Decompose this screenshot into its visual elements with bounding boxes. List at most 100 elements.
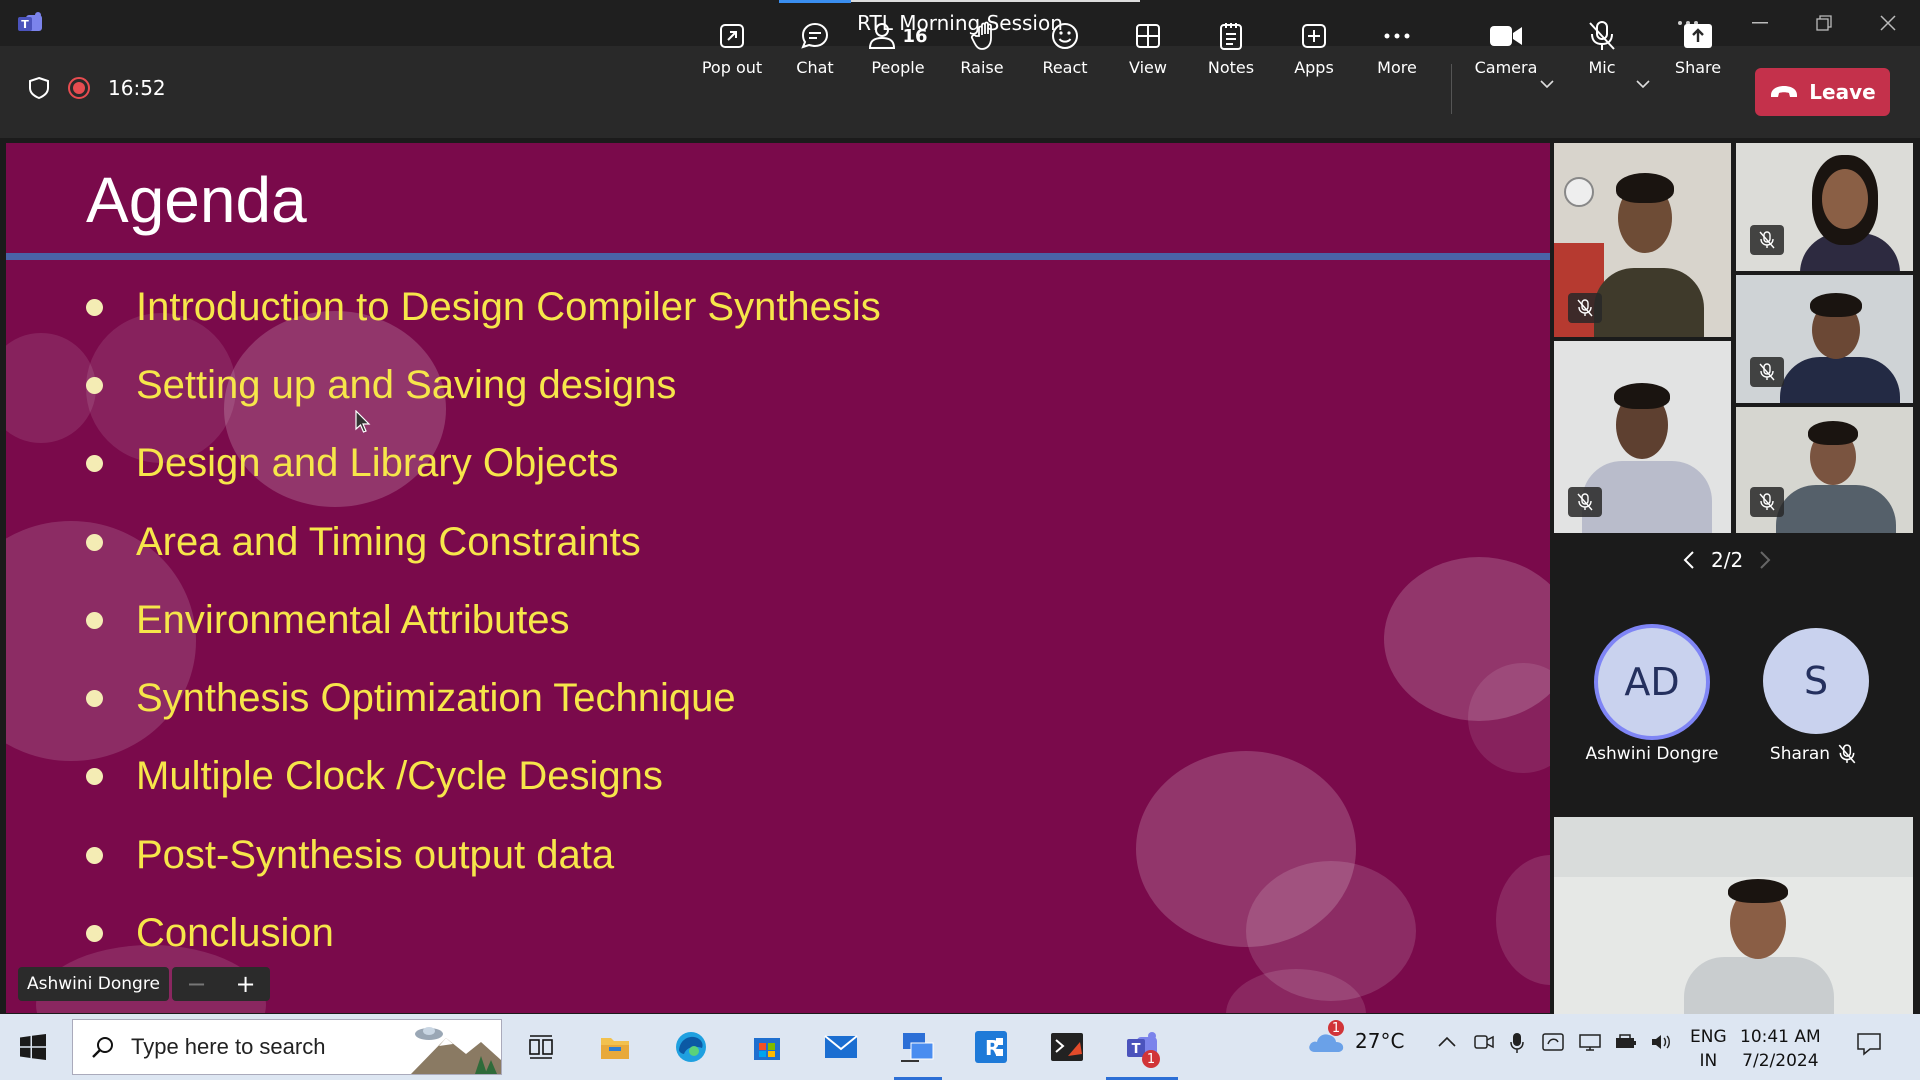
- apps-icon: [1300, 18, 1328, 54]
- agenda-list: Introduction to Design Compiler Synthesi…: [86, 268, 881, 973]
- bullet-icon: [86, 376, 103, 394]
- shield-icon: [28, 76, 50, 100]
- previous-page-chevron-left-icon[interactable]: [1683, 550, 1695, 570]
- weather-widget[interactable]: 27°C: [1307, 1028, 1404, 1054]
- language-code: ENG: [1690, 1027, 1727, 1047]
- agenda-item-text: Conclusion: [136, 911, 334, 956]
- toolbar-divider: [1451, 64, 1452, 114]
- zoom-out-button[interactable]: −: [186, 970, 206, 998]
- title-divider: [6, 253, 1550, 260]
- notification-center-icon[interactable]: [1856, 1032, 1882, 1056]
- participant-hair: [1810, 293, 1862, 317]
- mic-off-icon: [1568, 487, 1602, 517]
- minimize-icon[interactable]: [1740, 8, 1780, 38]
- camera-options-chevron-down-icon[interactable]: [1540, 80, 1554, 88]
- notes-button[interactable]: Notes: [1189, 18, 1273, 84]
- gallery-pager: 2/2: [1683, 548, 1771, 572]
- leave-button[interactable]: Leave: [1755, 68, 1890, 116]
- participant-video-tile[interactable]: [1736, 275, 1913, 403]
- agenda-item: Synthesis Optimization Technique: [86, 659, 881, 737]
- chat-button[interactable]: Chat: [773, 18, 857, 84]
- rdp-client-icon[interactable]: R: [968, 1024, 1014, 1070]
- pop-out-label: Pop out: [701, 58, 763, 77]
- clock-time: 10:41 AM: [1740, 1027, 1821, 1047]
- more-label: More: [1377, 58, 1417, 77]
- windows-start-icon[interactable]: [20, 1034, 46, 1060]
- leave-label: Leave: [1809, 80, 1876, 104]
- notes-label: Notes: [1207, 58, 1255, 77]
- phone-hangup-icon: [1769, 85, 1799, 99]
- wall-clock-icon: [1564, 177, 1594, 207]
- raise-hand-icon: [968, 18, 996, 54]
- participant-name: Sharan: [1769, 744, 1831, 764]
- view-button[interactable]: View: [1106, 18, 1190, 84]
- battery-icon[interactable]: [1614, 1032, 1638, 1052]
- bullet-icon: [86, 455, 103, 473]
- shared-slide[interactable]: Agenda Introduction to Design Compiler S…: [6, 143, 1550, 1013]
- participant-avatar[interactable]: S: [1763, 628, 1869, 734]
- bullet-icon: [86, 690, 103, 708]
- agenda-item-text: Multiple Clock /Cycle Designs: [136, 754, 663, 799]
- teams-notification-badge: 1: [1142, 1050, 1160, 1068]
- microsoft-store-icon[interactable]: [744, 1024, 790, 1070]
- network-icon[interactable]: [1578, 1032, 1602, 1052]
- file-explorer-icon[interactable]: [592, 1024, 638, 1070]
- participant-hair: [1614, 383, 1670, 409]
- camera-icon: [1489, 18, 1523, 54]
- pop-out-button[interactable]: Pop out: [690, 18, 774, 84]
- remote-desktop-icon[interactable]: [894, 1024, 940, 1070]
- agenda-item: Post-Synthesis output data: [86, 816, 881, 894]
- participant-video-tile[interactable]: [1554, 143, 1731, 337]
- svg-text:T: T: [1132, 1042, 1141, 1057]
- apps-button[interactable]: Apps: [1272, 18, 1356, 84]
- agenda-item: Area and Timing Constraints: [86, 503, 881, 581]
- react-label: React: [1042, 58, 1088, 77]
- participant-video-tile[interactable]: [1736, 407, 1913, 533]
- share-button[interactable]: Share: [1656, 18, 1740, 84]
- bullet-icon: [86, 533, 103, 551]
- restore-icon[interactable]: [1804, 8, 1844, 38]
- next-page-chevron-right-icon[interactable]: [1759, 550, 1771, 570]
- zoom-in-button[interactable]: +: [235, 970, 255, 998]
- system-clock[interactable]: 10:41 AM 7/2/2024: [1740, 1025, 1821, 1073]
- people-button[interactable]: 16 People: [856, 18, 940, 84]
- search-icon: [91, 1035, 115, 1059]
- participant-avatar[interactable]: AD: [1594, 624, 1710, 740]
- mic-button[interactable]: Mic: [1560, 18, 1644, 84]
- loading-bar-accent: [779, 0, 851, 3]
- mouse-pointer-icon: [355, 410, 371, 434]
- bullet-icon: [86, 925, 103, 943]
- terminal-app-icon[interactable]: [1044, 1024, 1090, 1070]
- agenda-item: Setting up and Saving designs: [86, 346, 881, 424]
- react-button[interactable]: React: [1023, 18, 1107, 84]
- task-view-icon[interactable]: [518, 1024, 564, 1070]
- system-tray-app-icon[interactable]: [1542, 1032, 1564, 1052]
- participant-video-tile[interactable]: [1736, 143, 1913, 271]
- agenda-item-text: Design and Library Objects: [136, 441, 619, 486]
- meet-now-icon[interactable]: [1474, 1032, 1494, 1052]
- region-code: IN: [1699, 1051, 1718, 1071]
- taskbar-search-box[interactable]: Type here to search: [72, 1019, 502, 1075]
- participant-video-tile[interactable]: [1554, 341, 1731, 533]
- raise-hand-button[interactable]: Raise: [940, 18, 1024, 84]
- camera-button[interactable]: Camera: [1464, 18, 1548, 84]
- close-icon[interactable]: [1868, 8, 1908, 38]
- microphone-in-use-icon[interactable]: [1510, 1032, 1524, 1054]
- raise-label: Raise: [960, 58, 1004, 77]
- chat-label: Chat: [796, 58, 834, 77]
- participant-head: [1822, 169, 1868, 229]
- agenda-item: Multiple Clock /Cycle Designs: [86, 738, 881, 816]
- meeting-status: 16:52: [28, 76, 166, 100]
- react-icon: [1050, 18, 1080, 54]
- mail-icon[interactable]: [818, 1024, 864, 1070]
- chat-icon: [800, 18, 830, 54]
- participant-hair: [1808, 421, 1858, 445]
- edge-browser-icon[interactable]: [668, 1024, 714, 1070]
- show-hidden-icons-chevron-up-icon[interactable]: [1438, 1036, 1456, 1048]
- self-video-tile[interactable]: [1554, 817, 1913, 1014]
- mic-options-chevron-down-icon[interactable]: [1636, 80, 1650, 88]
- more-button[interactable]: More: [1355, 18, 1439, 84]
- input-language[interactable]: ENG IN: [1690, 1025, 1727, 1073]
- volume-icon[interactable]: [1650, 1032, 1674, 1052]
- apps-label: Apps: [1294, 58, 1334, 77]
